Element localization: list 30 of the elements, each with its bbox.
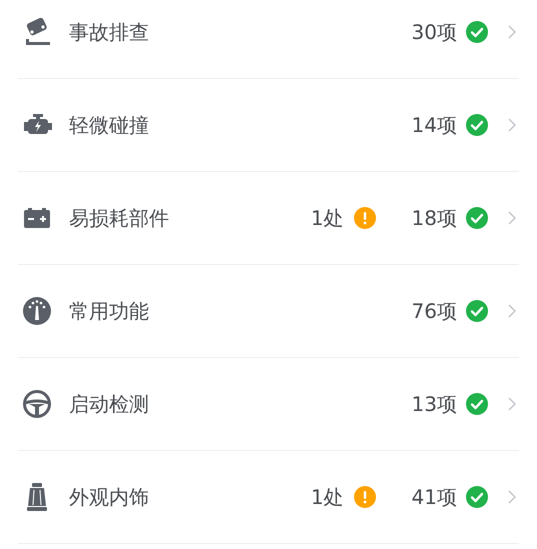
check-count: 13项 — [412, 390, 457, 418]
chevron-icon — [508, 397, 516, 411]
check-count: 14项 — [412, 112, 457, 138]
item-label: 易损耗部件 — [69, 204, 170, 232]
issue-count: 1处 — [310, 484, 344, 510]
warning-icon — [354, 207, 376, 229]
chevron-icon — [508, 211, 516, 225]
warning-icon — [354, 486, 376, 508]
item-label: 事故排查 — [69, 18, 150, 46]
list-item[interactable]: 外观内饰 1处 41项 — [18, 451, 519, 544]
list-item[interactable]: 启动检测 13项 — [18, 358, 519, 451]
list-item[interactable]: 易损耗部件 1处 18项 — [18, 172, 519, 265]
check-count: 30项 — [412, 18, 457, 46]
chevron-icon — [508, 304, 516, 318]
list-item[interactable]: 常用功能 76项 — [18, 265, 519, 358]
check-count: 76项 — [412, 298, 457, 324]
item-label: 轻微碰撞 — [69, 112, 150, 138]
chevron-icon — [508, 118, 516, 132]
item-label: 外观内饰 — [69, 484, 150, 510]
list-item[interactable]: 事故排查 30项 — [18, 0, 519, 79]
item-label: 常用功能 — [69, 298, 150, 324]
item-label: 启动检测 — [69, 390, 150, 418]
list-item[interactable]: 轻微碰撞 14项 — [18, 79, 519, 172]
check-count: 18项 — [412, 204, 457, 232]
issue-count: 1处 — [310, 204, 344, 232]
check-count: 41项 — [412, 484, 457, 510]
gauge-icon — [22, 296, 52, 326]
steering-wheel-icon — [22, 389, 52, 419]
chevron-icon — [508, 25, 516, 39]
chevron-icon — [508, 490, 516, 504]
